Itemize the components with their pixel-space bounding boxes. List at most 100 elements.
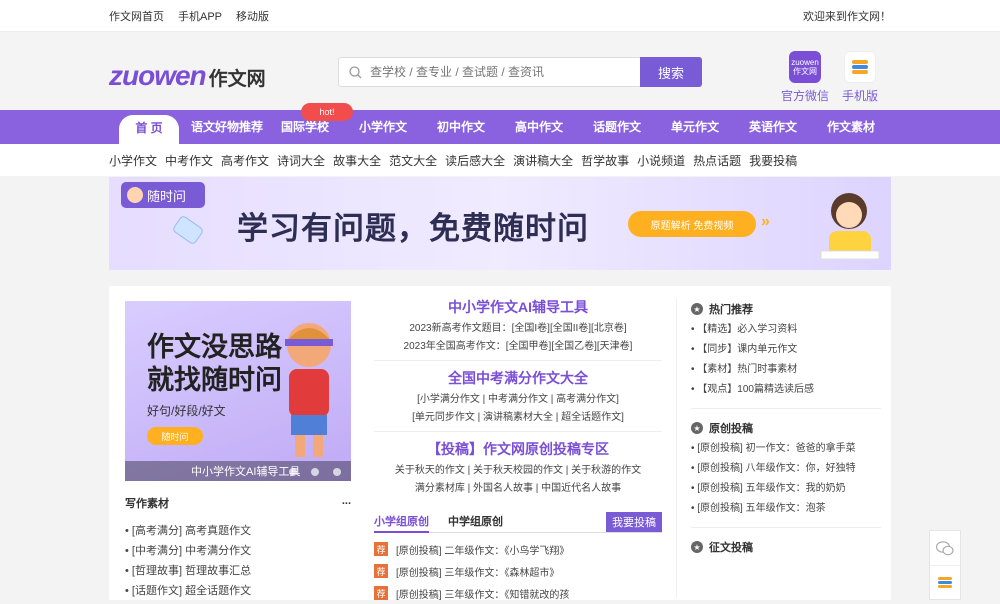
promo-line1: 作文没思路 就找随时问 — [147, 332, 282, 395]
material-links[interactable]: 满分素材库 | 外国名人故事 | 中国近代名人故事 — [374, 480, 662, 498]
wechat-icon[interactable] — [930, 531, 960, 565]
tab-middle-original[interactable]: 中学组原创 — [448, 513, 503, 533]
promo-button[interactable]: 随时问 — [147, 427, 203, 445]
wechat-official[interactable]: zuowen作文网 官方微信 — [781, 51, 829, 104]
subnav-item[interactable]: 高考作文 — [221, 152, 269, 169]
ai-tool-heading[interactable]: 中小学作文AI辅导工具 — [374, 294, 662, 320]
subnav-item[interactable]: 范文大全 — [389, 152, 437, 169]
writing-material-list: • [高考满分] 高考真题作文 • [中考满分] 中考满分作文 • [哲理故事]… — [125, 521, 351, 601]
face-icon — [127, 187, 143, 203]
column-divider — [676, 298, 677, 598]
gaokao-2023-new-line[interactable]: 2023新高考作文题目：[全国I卷][全国II卷][北京卷] — [374, 320, 662, 338]
mobile-version-link[interactable]: 移动版 — [236, 8, 269, 24]
subnav-item[interactable]: 哲学故事 — [581, 152, 629, 169]
gaokao-2023-line[interactable]: 2023年全国高考作文：[全国甲卷][全国乙卷][天津卷] — [374, 338, 662, 356]
writing-material-header: 写作素材 ... — [125, 495, 351, 511]
divider — [374, 431, 662, 432]
nav-senior-essay[interactable]: 高中作文 — [511, 110, 567, 144]
search-input[interactable] — [370, 65, 610, 79]
nav-topic-essay[interactable]: 话题作文 — [589, 110, 645, 144]
home-link[interactable]: 作文网首页 — [109, 8, 164, 24]
welcome-text: 欢迎来到作文网！ — [803, 10, 891, 23]
mobile-app-link[interactable]: 手机APP — [178, 8, 222, 24]
mobile-version[interactable]: 手机版 — [842, 51, 878, 104]
star-icon: ★ — [691, 541, 703, 553]
subnav-item[interactable]: 读后感大全 — [445, 152, 505, 169]
list-item[interactable]: • [高考满分] 高考真题作文 — [125, 521, 351, 541]
autumn-essay-links[interactable]: 关于秋天的作文 | 关于秋天校园的作文 | 关于秋游的作文 — [374, 462, 662, 480]
subnav-item[interactable]: 小学作文 — [109, 152, 157, 169]
list-item[interactable]: • [原创投稿] 五年级作文：泡茶 — [691, 499, 881, 519]
logo-en: zuowen — [109, 60, 207, 91]
carousel-dots — [289, 468, 341, 476]
writing-material-title: 写作素材 — [125, 498, 169, 510]
submit-button[interactable]: 我要投稿 — [606, 512, 662, 532]
layers-icon[interactable] — [930, 565, 960, 599]
main-nav: hot! 首 页 语文好物推荐 国际学校 小学作文 初中作文 高中作文 话题作文… — [0, 103, 1000, 144]
full-score-links[interactable]: [小学满分作文 | 中考满分作文 | 高考满分作文] — [374, 391, 662, 409]
hot-recommend-header: ★ 热门推荐 — [691, 298, 881, 320]
tab-primary-original[interactable]: 小学组原创 — [374, 513, 429, 533]
unit-essay-links[interactable]: [单元同步作文 | 演讲稿素材大全 | 超全话题作文] — [374, 409, 662, 427]
list-item[interactable]: • 【素材】热门时事素材 — [691, 360, 881, 380]
list-item[interactable]: • 【同步】课内单元作文 — [691, 340, 881, 360]
list-item[interactable]: • [话题作文] 超全话题作文 — [125, 581, 351, 601]
list-item[interactable]: 荐 [原创投稿] 三年级作文：《知错就改的孩 — [374, 582, 662, 604]
search-icon — [349, 65, 362, 78]
nav-home[interactable]: 首 页 — [119, 115, 179, 144]
subnav-item[interactable]: 中考作文 — [165, 152, 213, 169]
list-item[interactable]: 荐 [原创投稿] 三年级作文：《森林超市》 — [374, 560, 662, 582]
carousel-dot[interactable] — [311, 468, 319, 476]
banner-pill-button[interactable]: 原题解析 免费视频 — [628, 211, 756, 237]
banner-title: 学习有问题，免费随时问 — [237, 211, 589, 246]
divider — [691, 408, 881, 409]
nav-junior-essay[interactable]: 初中作文 — [433, 110, 489, 144]
site-logo[interactable]: zuowen 作文网 — [109, 60, 266, 92]
student-illustration — [820, 193, 880, 260]
banner-tag: 随时问 — [121, 182, 205, 208]
banner-tag-label: 随时问 — [147, 188, 187, 204]
list-item[interactable]: 荐 [原创投稿] 二年级作文：《小鸟学飞翔》 — [374, 538, 662, 560]
list-item[interactable]: • [原创投稿] 八年级作文：你，好独特 — [691, 459, 881, 479]
eraser-icon — [173, 216, 203, 244]
nav-primary-essay[interactable]: 小学作文 — [355, 110, 411, 144]
star-icon: ★ — [691, 303, 703, 315]
sub-nav: 小学作文 中考作文 高考作文 诗词大全 故事大全 范文大全 读后感大全 演讲稿大… — [0, 144, 1000, 176]
list-item[interactable]: • [中考满分] 中考满分作文 — [125, 541, 351, 561]
promo-banner[interactable]: 随时问 学习有问题，免费随时问 原题解析 免费视频 » — [109, 177, 891, 270]
right-column: ★ 热门推荐 • 【精选】必入学习资料 • 【同步】课内单元作文 • 【素材】热门… — [691, 298, 881, 558]
divider — [691, 527, 881, 528]
wechat-qr-icon: zuowen作文网 — [789, 51, 821, 83]
nav-english-essay[interactable]: 英语作文 — [745, 110, 801, 144]
list-item[interactable]: • 【观点】100篇精选读后感 — [691, 380, 881, 400]
list-item[interactable]: • [哲理故事] 哲理故事汇总 — [125, 561, 351, 581]
recommend-badge: 荐 — [374, 564, 388, 578]
list-item[interactable]: • [原创投稿] 五年级作文：我的奶奶 — [691, 479, 881, 499]
search-bar: 搜索 — [338, 57, 702, 87]
floating-toolbar — [929, 530, 961, 600]
more-link[interactable]: ... — [342, 495, 351, 511]
nav-unit-essay[interactable]: 单元作文 — [667, 110, 723, 144]
subnav-item[interactable]: 诗词大全 — [277, 152, 325, 169]
search-button[interactable]: 搜索 — [640, 57, 702, 87]
nav-chinese-goods[interactable]: 语文好物推荐 — [187, 110, 267, 144]
carousel[interactable]: 作文没思路 就找随时问 好句/好段/好文 随时问 中小学作文AI辅导工具 — [125, 301, 351, 481]
subnav-item[interactable]: 演讲稿大全 — [513, 152, 573, 169]
wechat-label: 官方微信 — [781, 89, 830, 103]
subnav-item[interactable]: 热点话题 — [693, 152, 741, 169]
subnav-item[interactable]: 故事大全 — [333, 152, 381, 169]
submission-heading[interactable]: 【投稿】作文网原创投稿专区 — [374, 436, 662, 462]
hot-badge: hot! — [301, 103, 353, 121]
logo-cn: 作文网 — [208, 69, 266, 90]
nav-essay-material[interactable]: 作文素材 — [823, 110, 879, 144]
zhongkao-heading[interactable]: 全国中考满分作文大全 — [374, 365, 662, 391]
left-column: 作文没思路 就找随时问 好句/好段/好文 随时问 中小学作文AI辅导工具 写作素材… — [125, 301, 351, 601]
subnav-item[interactable]: 我要投稿 — [749, 152, 797, 169]
carousel-dot[interactable] — [333, 468, 341, 476]
list-item[interactable]: • [原创投稿] 初一作文：爸爸的拿手菜 — [691, 439, 881, 459]
subnav-item[interactable]: 小说频道 — [637, 152, 685, 169]
search-box — [338, 57, 640, 87]
middle-column: 中小学作文AI辅导工具 2023新高考作文题目：[全国I卷][全国II卷][北京… — [374, 294, 662, 498]
list-item[interactable]: • 【精选】必入学习资料 — [691, 320, 881, 340]
carousel-dot[interactable] — [289, 468, 297, 476]
